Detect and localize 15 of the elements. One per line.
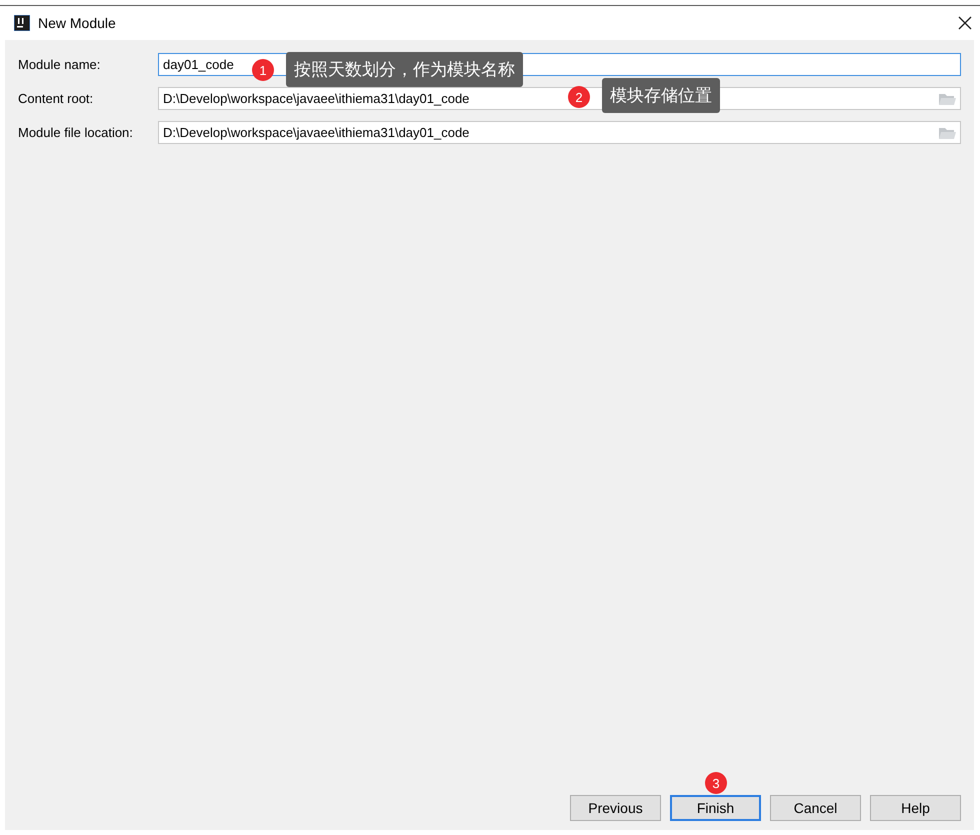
close-icon[interactable]: [958, 16, 972, 30]
folder-icon[interactable]: [938, 92, 956, 106]
dialog-button[interactable]: Finish: [670, 795, 761, 821]
dialog-button[interactable]: Previous: [570, 795, 661, 821]
app-icon: [14, 14, 30, 30]
text-field[interactable]: D:\Develop\workspace\javaee\ithiema31\day01_code: [158, 121, 961, 144]
dialog-button[interactable]: Cancel: [770, 795, 861, 821]
annotation-tooltip: 按照天数划分，作为模块名称: [286, 52, 523, 87]
window-title: New Module: [38, 14, 117, 30]
field-label: Module name:: [18, 57, 102, 72]
field-label: Content root:: [18, 91, 94, 106]
dialog-button[interactable]: Help: [870, 795, 961, 821]
folder-icon[interactable]: [938, 126, 956, 140]
field-label: Module file location:: [18, 125, 134, 140]
annotation-tooltip: 模块存储位置: [602, 78, 720, 113]
